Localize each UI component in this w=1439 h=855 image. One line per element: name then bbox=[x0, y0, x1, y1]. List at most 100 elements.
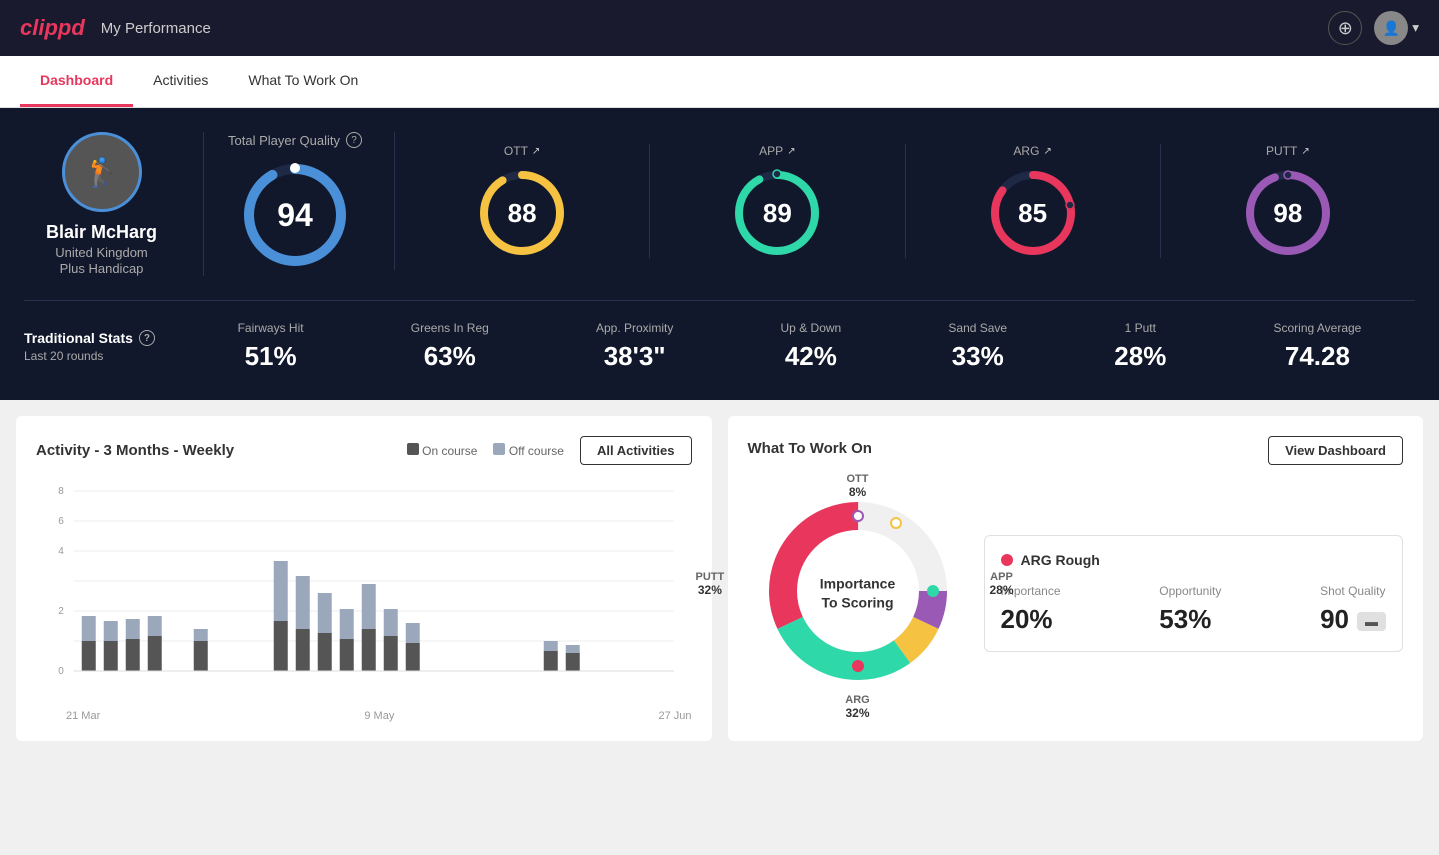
tpq-section: Total Player Quality ? 94 bbox=[228, 132, 395, 270]
x-label-mar: 21 Mar bbox=[66, 710, 100, 722]
putt-value: 98 bbox=[1273, 198, 1302, 229]
ott-value: 88 bbox=[508, 198, 537, 229]
arg-label: ARG 32% bbox=[845, 694, 869, 720]
trad-sub: Last 20 rounds bbox=[24, 349, 184, 363]
trad-label: Traditional Stats ? bbox=[24, 330, 184, 346]
stat-scoring-avg: Scoring Average 74.28 bbox=[1274, 321, 1362, 372]
user-menu-button[interactable]: 👤 ▾ bbox=[1374, 11, 1419, 45]
header-title: My Performance bbox=[101, 20, 211, 37]
bottom-section: Activity - 3 Months - Weekly On course O… bbox=[0, 400, 1439, 757]
tab-activities[interactable]: Activities bbox=[133, 56, 228, 107]
logo: clippd bbox=[20, 15, 85, 41]
avatar: 🏌️ bbox=[62, 132, 142, 212]
player-name: Blair McHarg bbox=[46, 222, 157, 243]
metric-app-label: APP ↗ bbox=[759, 144, 795, 158]
legend-off-course: Off course bbox=[493, 443, 563, 458]
svg-text:0: 0 bbox=[58, 666, 64, 677]
ott-label: OTT 8% bbox=[847, 473, 869, 499]
activity-bar-chart: 8 6 4 2 0 bbox=[36, 481, 692, 701]
tab-what-to-work-on[interactable]: What To Work On bbox=[228, 56, 378, 107]
help-icon: ? bbox=[346, 132, 362, 148]
tpq-ring: 94 bbox=[240, 160, 350, 270]
off-course-dot bbox=[493, 443, 505, 455]
all-activities-button[interactable]: All Activities bbox=[580, 436, 692, 465]
tab-dashboard[interactable]: Dashboard bbox=[20, 56, 133, 107]
arg-value: 85 bbox=[1018, 198, 1047, 229]
metric-putt: PUTT ↗ 98 bbox=[1161, 144, 1415, 258]
stat-sand-save: Sand Save 33% bbox=[948, 321, 1007, 372]
stat-up-and-down: Up & Down 42% bbox=[781, 321, 842, 372]
arg-opportunity: Opportunity 53% bbox=[1159, 584, 1221, 635]
stat-1-putt: 1 Putt 28% bbox=[1114, 321, 1166, 372]
metric-arg-label: ARG ↗ bbox=[1013, 144, 1051, 158]
chart-x-labels: 21 Mar 9 May 27 Jun bbox=[36, 706, 692, 722]
ott-ring: 88 bbox=[477, 168, 567, 258]
traditional-stats: Traditional Stats ? Last 20 rounds Fairw… bbox=[24, 300, 1415, 372]
view-dashboard-button[interactable]: View Dashboard bbox=[1268, 436, 1403, 465]
add-button[interactable]: ⊕ bbox=[1328, 11, 1362, 45]
arg-dot-icon bbox=[1001, 554, 1013, 566]
x-label-jun: 27 Jun bbox=[658, 710, 691, 722]
stat-items: Fairways Hit 51% Greens In Reg 63% App. … bbox=[184, 321, 1415, 372]
chevron-down-icon: ▾ bbox=[1412, 20, 1419, 36]
metric-putt-label: PUTT ↗ bbox=[1266, 144, 1310, 158]
app-header: clippd My Performance ⊕ 👤 ▾ bbox=[0, 0, 1439, 56]
metric-app: APP ↗ 89 bbox=[650, 144, 905, 258]
on-course-dot bbox=[407, 443, 419, 455]
arg-detail-card: ARG Rough Importance 20% Opportunity 53%… bbox=[984, 535, 1404, 652]
metric-arg: ARG ↗ 85 bbox=[906, 144, 1161, 258]
hero-top: 🏌️ Blair McHarg United Kingdom Plus Hand… bbox=[24, 132, 1415, 276]
header-left: clippd My Performance bbox=[20, 15, 211, 41]
arg-shot-quality: Shot Quality 90 ▬ bbox=[1320, 584, 1386, 635]
activity-controls: On course Off course All Activities bbox=[407, 436, 692, 465]
hero-section: 🏌️ Blair McHarg United Kingdom Plus Hand… bbox=[0, 108, 1439, 400]
app-ring: 89 bbox=[732, 168, 822, 258]
app-value: 89 bbox=[763, 198, 792, 229]
plus-icon: ⊕ bbox=[1338, 18, 1353, 39]
stat-greens-in-reg: Greens In Reg 63% bbox=[411, 321, 489, 372]
chart-area: 8 6 4 2 0 bbox=[36, 481, 692, 721]
player-info: 🏌️ Blair McHarg United Kingdom Plus Hand… bbox=[24, 132, 204, 276]
shot-quality-badge: ▬ bbox=[1357, 612, 1386, 631]
donut-chart bbox=[748, 481, 968, 701]
donut-wrapper: ImportanceTo Scoring OTT 8% APP 28% ARG … bbox=[748, 481, 968, 706]
activity-header: Activity - 3 Months - Weekly On course O… bbox=[36, 436, 692, 465]
activity-chart-card: Activity - 3 Months - Weekly On course O… bbox=[16, 416, 712, 741]
legend-on-course: On course bbox=[407, 443, 478, 458]
metric-ott: OTT ↗ 88 bbox=[395, 144, 650, 258]
x-label-may: 9 May bbox=[364, 710, 394, 722]
tpq-value: 94 bbox=[277, 197, 313, 234]
tpq-label: Total Player Quality ? bbox=[228, 132, 362, 148]
metric-ott-label: OTT ↗ bbox=[504, 144, 540, 158]
player-handicap: Plus Handicap bbox=[60, 261, 144, 276]
help-icon: ? bbox=[139, 330, 155, 346]
svg-text:8: 8 bbox=[58, 486, 64, 497]
arg-ring: 85 bbox=[988, 168, 1078, 258]
avatar: 👤 bbox=[1374, 11, 1408, 45]
wtwo-content: ImportanceTo Scoring OTT 8% APP 28% ARG … bbox=[748, 481, 1404, 706]
activity-chart-title: Activity - 3 Months - Weekly bbox=[36, 442, 234, 459]
what-to-work-on-card: What To Work On View Dashboard bbox=[728, 416, 1424, 741]
metric-scores: OTT ↗ 88 APP ↗ bbox=[395, 144, 1415, 258]
app-label: APP 28% bbox=[989, 571, 1013, 597]
activity-title-group: Activity - 3 Months - Weekly bbox=[36, 442, 234, 460]
arrow-icon: ↗ bbox=[1301, 146, 1309, 157]
arrow-icon: ↗ bbox=[1043, 146, 1051, 157]
player-country: United Kingdom bbox=[55, 245, 148, 260]
header-right: ⊕ 👤 ▾ bbox=[1328, 11, 1419, 45]
arrow-icon: ↗ bbox=[532, 146, 540, 157]
trad-label-section: Traditional Stats ? Last 20 rounds bbox=[24, 330, 184, 363]
putt-label: PUTT 32% bbox=[696, 571, 725, 597]
arg-metrics: Importance 20% Opportunity 53% Shot Qual… bbox=[1001, 584, 1387, 635]
stat-fairways-hit: Fairways Hit 51% bbox=[238, 321, 304, 372]
svg-text:2: 2 bbox=[58, 606, 64, 617]
quality-scores: Total Player Quality ? 94 OT bbox=[204, 132, 1415, 270]
wtwo-title: What To Work On bbox=[748, 440, 872, 457]
stat-app-proximity: App. Proximity 38'3" bbox=[596, 321, 673, 372]
arrow-icon: ↗ bbox=[787, 146, 795, 157]
putt-ring: 98 bbox=[1243, 168, 1333, 258]
svg-text:4: 4 bbox=[58, 546, 64, 557]
legend: On course Off course bbox=[407, 443, 564, 458]
wtwo-header: What To Work On View Dashboard bbox=[748, 436, 1404, 465]
svg-text:6: 6 bbox=[58, 516, 64, 527]
